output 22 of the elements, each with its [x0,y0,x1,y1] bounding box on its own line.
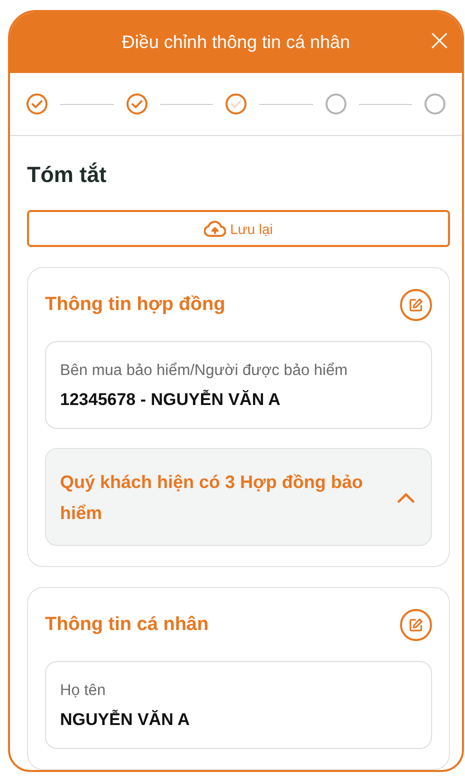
modal-title: Điều chỉnh thông tin cá nhân [122,32,350,53]
step-icon [324,93,346,115]
field-value: NGUYỄN VĂN A [60,710,191,730]
accordion-text: Quý khách hiện có 3 Hợp đồng bảo hiểm [60,471,364,525]
step-icon [424,93,446,115]
cloud-upload-icon [204,219,226,238]
field-label: Bên mua bảo hiểm/Người được bảo hiểm [60,362,348,380]
section-title: Tóm tắt [27,162,108,188]
field-value: 12345678 - NGUYỄN VĂN A [60,390,282,410]
close-button[interactable]: × [426,26,452,56]
edit-icon [408,617,424,633]
card-title: Thông tin hợp đồng [45,294,226,316]
edit-button[interactable] [400,609,432,641]
card-title: Thông tin cá nhân [45,614,209,636]
edit-icon [408,297,424,313]
step-icon [126,93,148,115]
edit-button[interactable] [400,289,432,321]
field-label: Họ tên [60,682,107,700]
step-icon [26,93,48,115]
step-icon [225,93,247,115]
save-button[interactable]: Lưu lại [27,210,450,247]
contracts-accordion[interactable]: Quý khách hiện có 3 Hợp đồng bảo hiểm [45,448,432,546]
